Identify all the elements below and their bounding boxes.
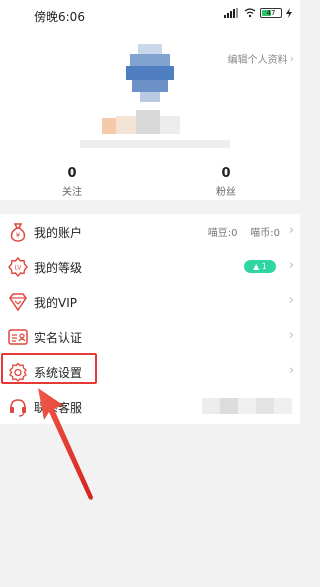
- status-icons: 47: [224, 8, 292, 18]
- chevron-right-icon: ›: [288, 363, 294, 378]
- edit-profile-label: 编辑个人资料: [227, 55, 288, 66]
- battery-level: 47: [266, 9, 276, 17]
- profile-header: 编辑个人资料 › 0 关注 0 粉丝: [0, 30, 300, 200]
- follow-stat[interactable]: 0 关注: [32, 166, 112, 198]
- chevron-right-icon: ›: [289, 52, 294, 65]
- signal-icon: [224, 8, 240, 18]
- chevron-right-icon: ›: [288, 223, 294, 238]
- chevron-right-icon: ›: [288, 293, 294, 308]
- follow-label: 关注: [62, 187, 82, 198]
- level-badge: ▲ 1: [244, 260, 276, 273]
- charging-icon: [286, 8, 292, 18]
- username-pixelated: [80, 110, 230, 150]
- chevron-right-icon: ›: [288, 258, 294, 273]
- diamond-icon: [8, 292, 28, 312]
- id-card-icon: [8, 327, 28, 347]
- highlight-box: [1, 353, 97, 384]
- menu-label: 我的等级: [34, 261, 83, 275]
- level-icon: LV: [8, 257, 28, 277]
- menu-label: 联系客服: [34, 401, 83, 415]
- fans-stat[interactable]: 0 粉丝: [186, 166, 266, 198]
- avatar[interactable]: [126, 44, 174, 104]
- menu-item-level[interactable]: LV 我的等级 ▲ 1 ›: [0, 249, 300, 284]
- status-time: 傍晚6:06: [34, 10, 85, 24]
- status-bar: 傍晚6:06 47: [0, 0, 300, 30]
- menu-item-account[interactable]: ¥ 我的账户 喵豆:0 喵币:0 ›: [0, 214, 300, 249]
- chevron-right-icon: ›: [288, 328, 294, 343]
- support-contact-pixelated: [202, 398, 292, 414]
- svg-text:LV: LV: [15, 265, 23, 272]
- follow-count: 0: [67, 166, 77, 181]
- wifi-icon: [244, 8, 256, 18]
- menu-label: 实名认证: [34, 331, 83, 345]
- account-balance: 喵豆:0 喵币:0: [207, 228, 280, 239]
- headset-icon: [8, 397, 28, 417]
- battery-icon: 47: [260, 8, 282, 18]
- moneybag-icon: ¥: [8, 222, 28, 242]
- edit-profile-link[interactable]: 编辑个人资料 ›: [228, 51, 294, 66]
- fans-count: 0: [221, 166, 231, 181]
- stats-row: 0 关注 0 粉丝: [0, 166, 300, 206]
- svg-text:¥: ¥: [16, 232, 21, 240]
- menu-label: 我的VIP: [34, 296, 77, 310]
- menu-label: 我的账户: [34, 226, 83, 240]
- menu-list: ¥ 我的账户 喵豆:0 喵币:0 › LV 我的等级 ▲ 1 › 我的VIP ›…: [0, 214, 300, 424]
- menu-item-vip[interactable]: 我的VIP ›: [0, 284, 300, 319]
- fans-label: 粉丝: [216, 187, 236, 198]
- menu-item-verification[interactable]: 实名认证 ›: [0, 319, 300, 354]
